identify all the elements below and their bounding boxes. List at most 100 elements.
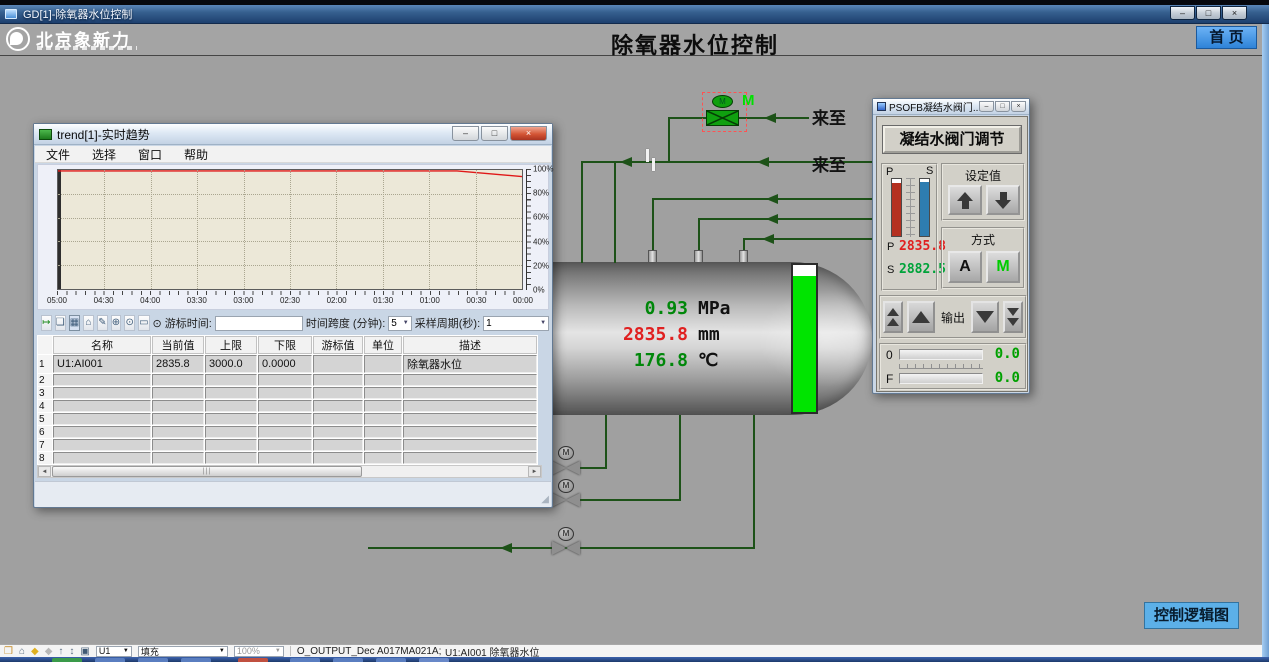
table-row[interactable]: 7	[38, 439, 537, 451]
add-curve-icon[interactable]: ❏	[55, 315, 66, 331]
control-logic-button[interactable]: 控制逻辑图	[1144, 602, 1239, 629]
maximize-icon[interactable]: □	[995, 101, 1010, 112]
valve-icon[interactable]	[552, 541, 580, 555]
valve-panel-body: 凝结水阀门调节 P S P 2835.8 S 2882.5 设定值 方式 A	[876, 116, 1028, 392]
open-folder-icon[interactable]: ❒	[4, 646, 13, 657]
taskbar-item[interactable]	[181, 658, 211, 662]
home-button[interactable]: 首 页	[1196, 26, 1257, 49]
taskbar-item[interactable]	[419, 658, 449, 662]
company-logo-icon	[6, 27, 30, 51]
resize-grip-icon[interactable]: ◢	[541, 494, 549, 505]
table-row[interactable]: 8	[38, 452, 537, 464]
control-valve-icon[interactable]	[706, 110, 739, 126]
menu-item[interactable]: 帮助	[173, 146, 219, 163]
column-header[interactable]: 游标值	[313, 336, 363, 354]
close-icon[interactable]: ×	[1011, 101, 1026, 112]
os-window-titlebar[interactable]: GD[1]-除氧器水位控制 – □ ×	[0, 5, 1269, 24]
minimize-icon[interactable]: –	[979, 101, 994, 112]
table-row[interactable]: 1U1:AI0012835.83000.00.0000除氧器水位	[38, 355, 537, 373]
tank-level-readout: 2835.8mm	[560, 324, 780, 345]
row-number-cell: 3	[38, 387, 52, 399]
scroll-left-icon[interactable]: ◄	[38, 466, 51, 477]
taskbar-item[interactable]	[376, 658, 406, 662]
minimize-icon[interactable]: –	[452, 126, 479, 141]
valve-icon[interactable]	[552, 461, 580, 475]
pan-icon[interactable]: ⊕	[111, 315, 122, 331]
y-axis-tick-label: 0%	[533, 286, 545, 295]
close-icon[interactable]: ×	[510, 126, 547, 141]
up-arrow-icon[interactable]: ↑	[58, 646, 63, 657]
toggle-icon[interactable]: ↕	[69, 646, 74, 657]
output-decrease-button[interactable]	[971, 301, 999, 333]
grid-view-icon[interactable]: ▦	[69, 315, 80, 331]
minimize-icon[interactable]: –	[1170, 6, 1195, 20]
table-row[interactable]: 3	[38, 387, 537, 399]
taskbar-item[interactable]	[52, 658, 82, 662]
menu-item[interactable]: 文件	[35, 146, 81, 163]
motor-icon[interactable]: M	[712, 95, 733, 108]
setpoint-up-button[interactable]	[948, 185, 982, 215]
mode-auto-button[interactable]: A	[948, 251, 982, 283]
output-fast-increase-button[interactable]	[883, 301, 903, 333]
output-increase-button[interactable]	[907, 301, 935, 333]
unit-select[interactable]: U1▼	[96, 646, 132, 657]
mode-label: 方式	[943, 231, 1023, 248]
windows-taskbar[interactable]	[0, 657, 1269, 662]
table-cell	[152, 452, 204, 464]
trend-plot[interactable]	[57, 169, 523, 290]
edit-icon[interactable]: ✎	[97, 315, 108, 331]
taskbar-item[interactable]	[238, 658, 268, 662]
horizontal-scrollbar[interactable]: ◄ ||| ►	[37, 465, 542, 478]
menu-item[interactable]: 窗口	[127, 146, 173, 163]
zoom-select[interactable]: 100%▼	[234, 646, 284, 657]
save-icon[interactable]: ▣	[80, 646, 89, 657]
table-row[interactable]: 5	[38, 413, 537, 425]
export-icon[interactable]: ↦	[41, 315, 52, 331]
diamond-icon[interactable]: ◆	[31, 646, 39, 657]
close-icon[interactable]: ×	[1222, 6, 1247, 20]
taskbar-item[interactable]	[138, 658, 168, 662]
motor-icon[interactable]: M	[558, 527, 574, 541]
taskbar-item[interactable]	[290, 658, 320, 662]
column-header[interactable]: 描述	[403, 336, 537, 354]
maximize-icon[interactable]: □	[1196, 6, 1221, 20]
keyboard-icon[interactable]: ▭	[138, 315, 149, 331]
taskbar-item[interactable]	[95, 658, 125, 662]
column-header[interactable]: 名称	[53, 336, 151, 354]
scroll-right-icon[interactable]: ►	[528, 466, 541, 477]
trend-window-titlebar[interactable]: trend[1]-实时趋势 – □ ×	[34, 124, 552, 145]
motor-icon[interactable]: M	[558, 446, 574, 460]
sample-period-select[interactable]: 1▼	[483, 316, 549, 331]
output-label: 输出	[941, 309, 965, 326]
valve-mode-label: M	[742, 92, 755, 109]
setpoint-label: 设定值	[943, 167, 1023, 184]
valve-panel-titlebar[interactable]: PSOFB凝结水阀门... – □ ×	[873, 99, 1029, 115]
column-header[interactable]: 上限	[205, 336, 257, 354]
scrollbar-thumb[interactable]: |||	[52, 466, 362, 477]
timespan-select[interactable]: 5▼	[388, 316, 411, 331]
table-row[interactable]: 4	[38, 400, 537, 412]
pressure-value: 0.93	[560, 298, 688, 319]
taskbar-item[interactable]	[333, 658, 363, 662]
zoom-icon[interactable]: ⊙	[124, 315, 135, 331]
output-fast-decrease-button[interactable]	[1003, 301, 1023, 333]
setpoint-down-button[interactable]	[986, 185, 1020, 215]
home-icon[interactable]: ⌂	[19, 646, 25, 657]
maximize-icon[interactable]: □	[481, 126, 508, 141]
mode-manual-button[interactable]: M	[986, 251, 1020, 283]
table-row[interactable]: 6	[38, 426, 537, 438]
motor-icon[interactable]: M	[558, 479, 574, 493]
column-header[interactable]: 下限	[258, 336, 312, 354]
menu-item[interactable]: 选择	[81, 146, 127, 163]
trend-statusbar: ◢	[35, 481, 551, 507]
diamond-gray-icon[interactable]: ◆	[45, 646, 53, 657]
column-header[interactable]: 单位	[364, 336, 402, 354]
cursor-time-input[interactable]	[215, 316, 303, 331]
column-header[interactable]: 当前值	[152, 336, 204, 354]
table-row[interactable]: 2	[38, 374, 537, 386]
home-icon[interactable]: ⌂	[83, 315, 94, 331]
table-cell	[403, 374, 537, 386]
fill-mode-select[interactable]: 填充▼	[138, 646, 228, 657]
valve-icon[interactable]	[552, 493, 580, 507]
p-value: 2835.8	[899, 239, 946, 254]
